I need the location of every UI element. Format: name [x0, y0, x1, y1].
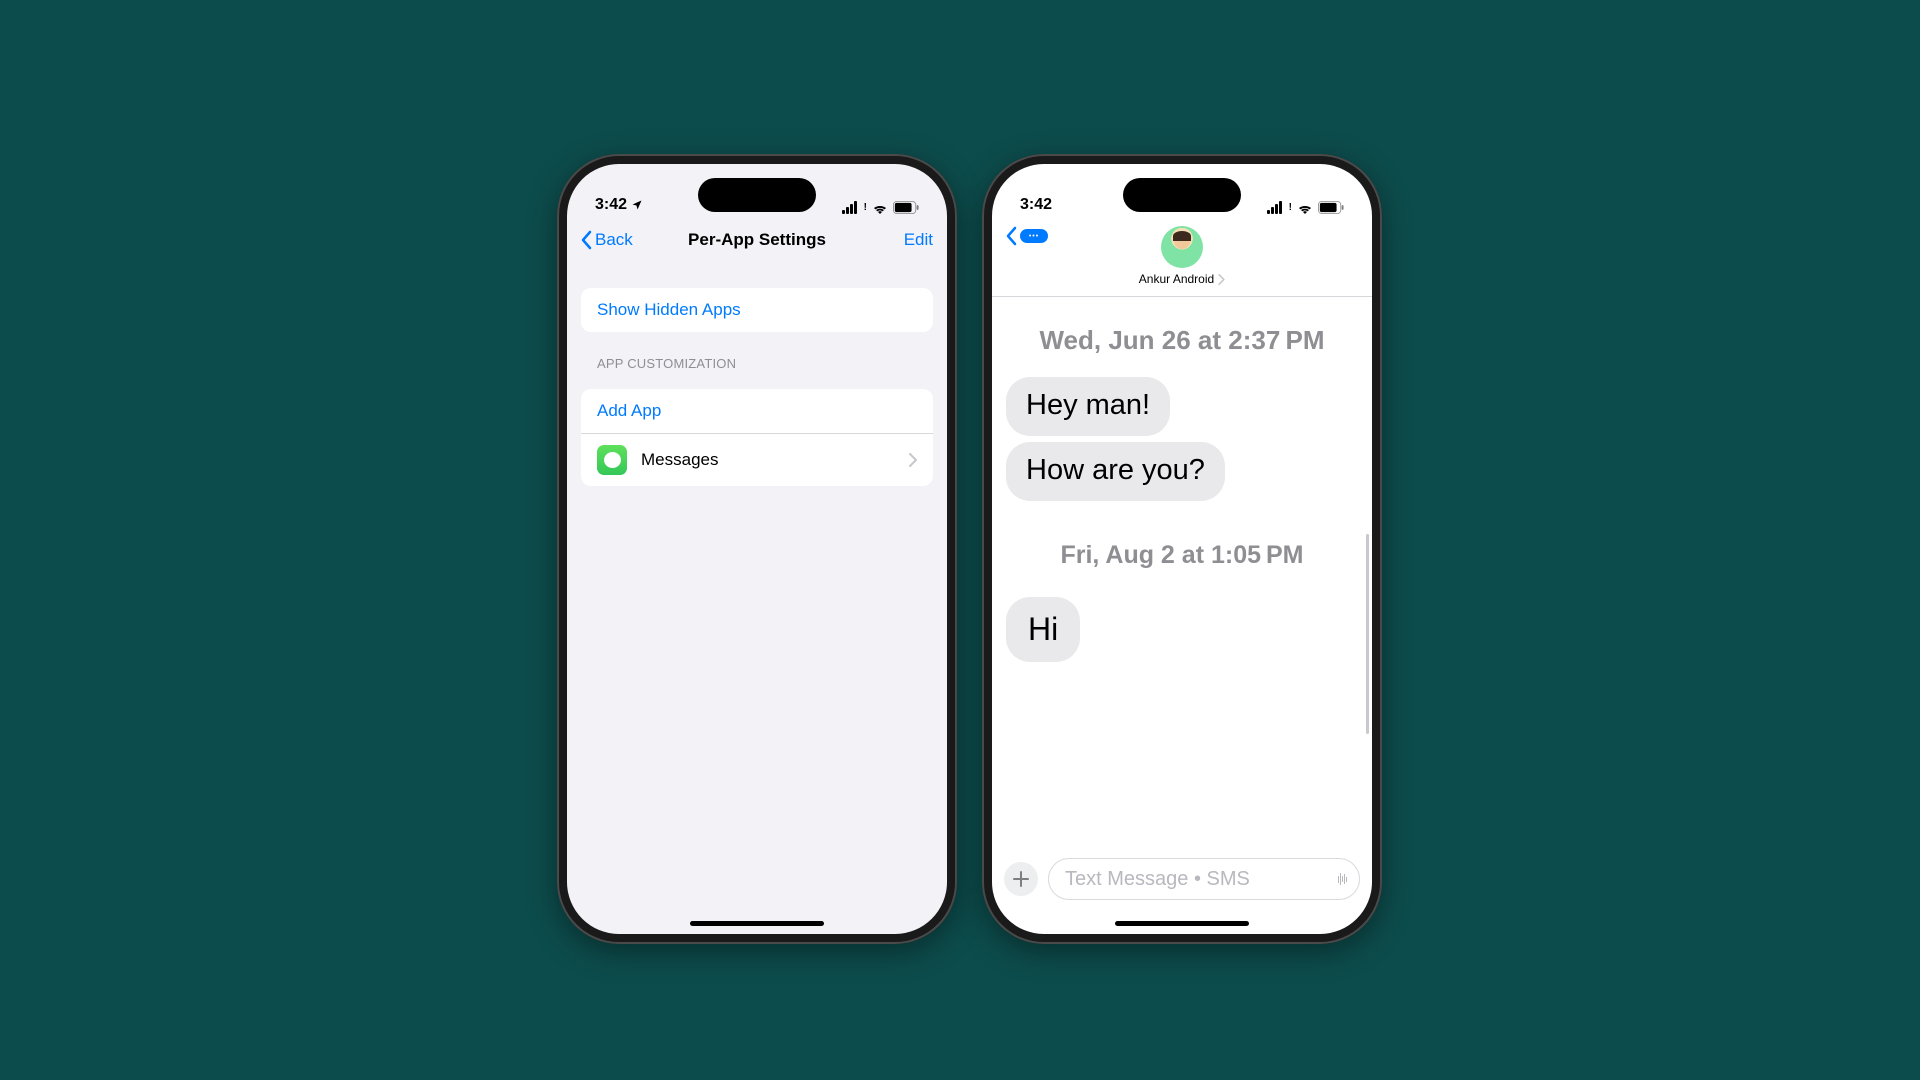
- nav-back-label: Back: [595, 230, 633, 250]
- iphone-frame-left: 3:42 ! Back Per-App Settings Edit: [557, 154, 957, 944]
- location-icon: [631, 199, 643, 211]
- messages-app-icon: [597, 445, 627, 475]
- status-time: 3:42: [1020, 196, 1052, 214]
- message-bubble[interactable]: Hey man!: [1006, 377, 1170, 436]
- message-input[interactable]: Text Message • SMS: [1048, 858, 1360, 900]
- message-bubble[interactable]: How are you?: [1006, 442, 1225, 501]
- timestamp: Wed, Jun 26 at 2:37 PM: [1010, 325, 1354, 356]
- contact-name-label: Ankur Android: [1139, 272, 1214, 286]
- conversation-thread[interactable]: Wed, Jun 26 at 2:37 PM Hey man! How are …: [992, 325, 1372, 670]
- add-app-button[interactable]: Add App: [581, 389, 933, 433]
- cellular-alert-icon: !: [1289, 202, 1292, 213]
- add-attachment-button[interactable]: [1004, 862, 1038, 896]
- timestamp: Fri, Aug 2 at 1:05 PM: [1008, 540, 1356, 570]
- contact-name-button[interactable]: Ankur Android: [992, 272, 1372, 286]
- nav-edit-button[interactable]: Edit: [904, 230, 933, 250]
- status-time: 3:42: [595, 196, 627, 214]
- add-app-label: Add App: [597, 401, 661, 421]
- home-indicator[interactable]: [690, 921, 824, 926]
- app-row-label: Messages: [641, 450, 718, 470]
- back-button[interactable]: •••: [1006, 226, 1048, 246]
- home-indicator[interactable]: [1115, 921, 1249, 926]
- cellular-icon: [1267, 201, 1282, 214]
- cellular-icon: [842, 201, 857, 214]
- iphone-frame-right: 3:42 ! ••• Ankur Android: [982, 154, 1382, 944]
- conversation-header: ••• Ankur Android: [992, 218, 1372, 297]
- wifi-icon: [872, 202, 888, 214]
- battery-icon: [893, 201, 919, 214]
- plus-icon: [1013, 871, 1029, 887]
- dynamic-island: [698, 178, 816, 212]
- cellular-alert-icon: !: [864, 202, 867, 213]
- show-hidden-apps-label: Show Hidden Apps: [597, 300, 741, 320]
- chevron-right-icon: [909, 453, 917, 467]
- chevron-right-icon: [1218, 274, 1225, 285]
- message-bubble[interactable]: Hi: [1006, 597, 1080, 662]
- wifi-icon: [1297, 202, 1313, 214]
- nav-back-button[interactable]: Back: [581, 230, 633, 250]
- scrollbar[interactable]: [1366, 534, 1369, 734]
- avatar[interactable]: [1161, 226, 1203, 268]
- dynamic-island: [1123, 178, 1241, 212]
- audio-message-icon[interactable]: [1338, 873, 1347, 885]
- composer: Text Message • SMS: [1004, 858, 1360, 900]
- message-input-placeholder: Text Message • SMS: [1065, 868, 1330, 891]
- back-count-pill: •••: [1020, 229, 1048, 243]
- battery-icon: [1318, 201, 1344, 214]
- section-header: APP CUSTOMIZATION: [597, 356, 917, 371]
- app-row-messages[interactable]: Messages: [581, 433, 933, 486]
- show-hidden-apps-button[interactable]: Show Hidden Apps: [581, 288, 933, 332]
- nav-bar: Back Per-App Settings Edit: [567, 218, 947, 262]
